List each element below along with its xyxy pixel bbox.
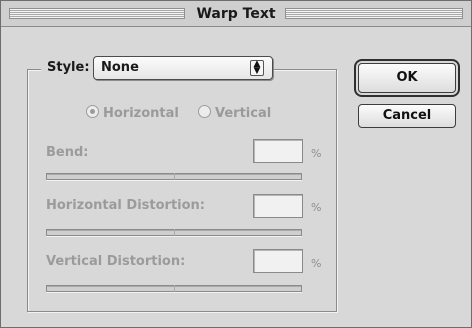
bend-field[interactable] [253,139,303,163]
dialog-title: Warp Text [196,6,276,22]
bend-unit: % [311,147,322,160]
slider-center-tick [174,229,175,236]
title-bar[interactable]: Warp Text [1,1,471,27]
vertical-distortion-label: Vertical Distortion: [46,254,186,269]
slider-center-tick [174,285,175,292]
vertical-distortion-unit: % [311,257,322,270]
popup-arrows-icon: ▲ ▼ [250,60,264,76]
radio-unselected-icon [198,105,211,118]
settings-group-box [27,69,337,312]
horizontal-distortion-field[interactable] [253,194,303,218]
horizontal-radio[interactable]: Horizontal [86,105,179,121]
horizontal-distortion-unit: % [311,201,322,214]
horizontal-distortion-label: Horizontal Distortion: [46,198,205,213]
style-popup-menu[interactable]: None ▲ ▼ [93,56,273,80]
ok-button[interactable]: OK [358,63,456,93]
vertical-radio[interactable]: Vertical [198,105,271,121]
vertical-distortion-field[interactable] [253,249,303,273]
radio-selected-icon [86,105,99,118]
ok-button-label: OK [396,70,418,85]
title-bar-stripes-left [9,8,185,19]
style-selected-value: None [101,60,139,75]
bend-slider[interactable] [46,173,302,180]
horizontal-radio-label: Horizontal [103,106,179,121]
vertical-distortion-slider[interactable] [46,285,302,292]
vertical-radio-label: Vertical [215,106,272,121]
bend-label: Bend: [46,145,89,160]
cancel-button[interactable]: Cancel [358,104,456,128]
slider-center-tick [174,173,175,180]
warp-text-dialog: Warp Text Style: None ▲ ▼ Horizontal Vert… [0,0,472,328]
style-label: Style: [41,58,96,78]
title-bar-stripes-right [285,8,463,19]
horizontal-distortion-slider[interactable] [46,229,302,236]
